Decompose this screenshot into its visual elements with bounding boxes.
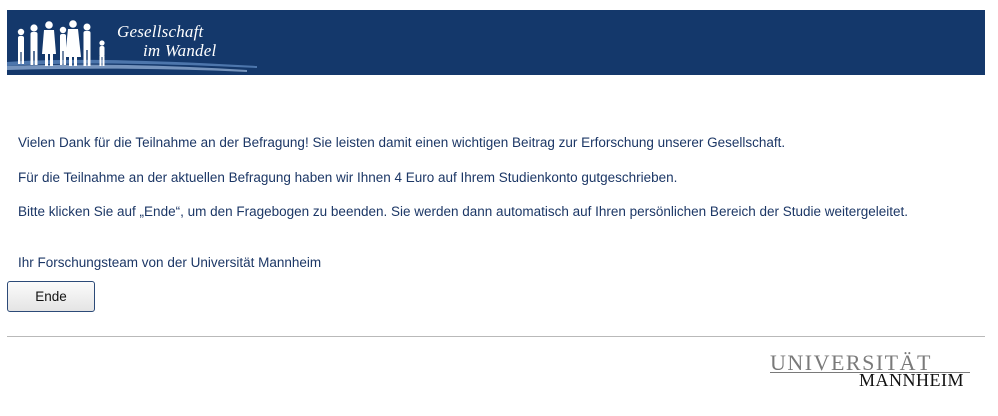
footer-divider xyxy=(7,336,985,337)
thanks-text: Vielen Dank für die Teilnahme an der Bef… xyxy=(18,135,786,150)
title-line-2: im Wandel xyxy=(143,41,217,60)
credit-text: Für die Teilnahme an der aktuellen Befra… xyxy=(18,170,678,185)
end-button[interactable]: Ende xyxy=(7,281,95,312)
header-banner: Gesellschaft im Wandel xyxy=(7,10,985,75)
app-title: Gesellschaft im Wandel xyxy=(117,22,216,60)
logo-line-2: MANNHEIM xyxy=(859,370,964,390)
title-line-1: Gesellschaft xyxy=(117,22,204,41)
university-logo: UNIVERSITÄT MANNHEIM xyxy=(770,350,980,395)
instruction-text: Bitte klicken Sie auf „Ende“, um den Fra… xyxy=(18,204,909,219)
signature-text: Ihr Forschungsteam von der Universität M… xyxy=(18,255,322,270)
